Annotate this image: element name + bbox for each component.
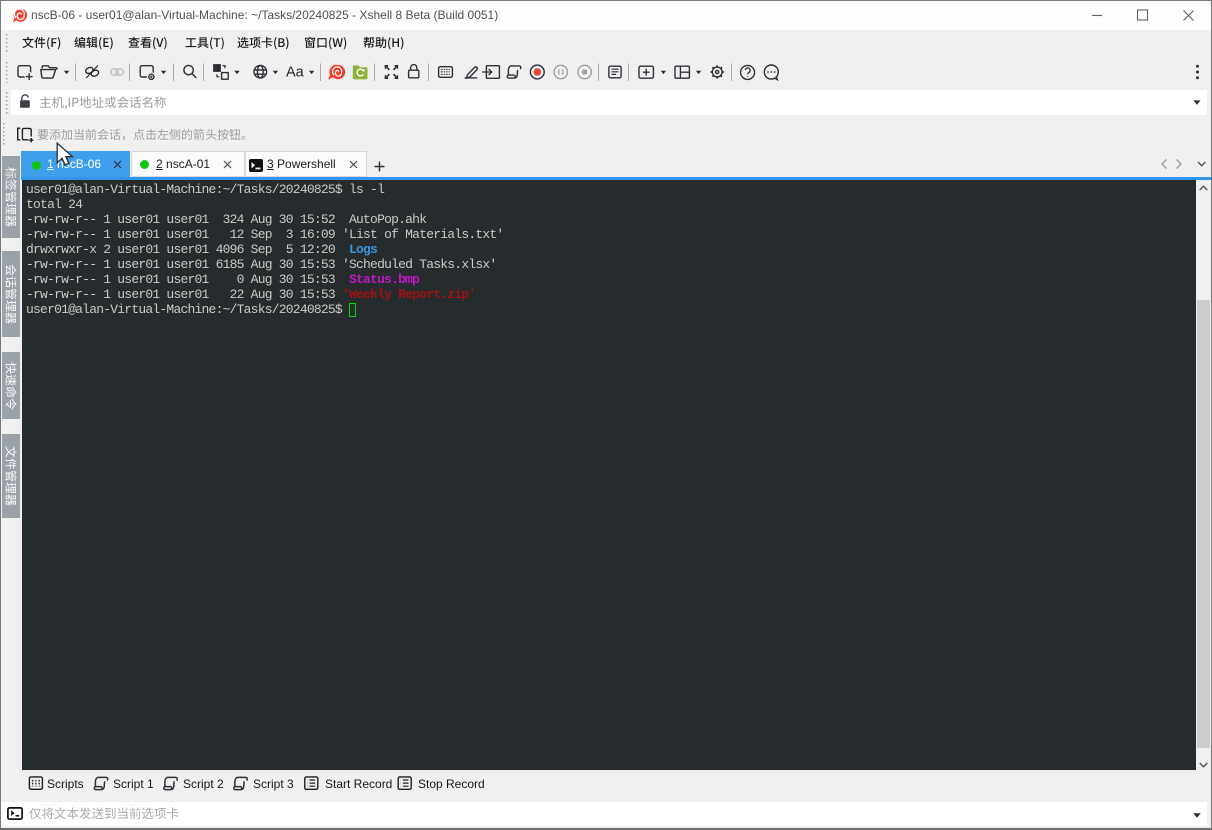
svg-text:Aa: Aa [286, 64, 305, 80]
